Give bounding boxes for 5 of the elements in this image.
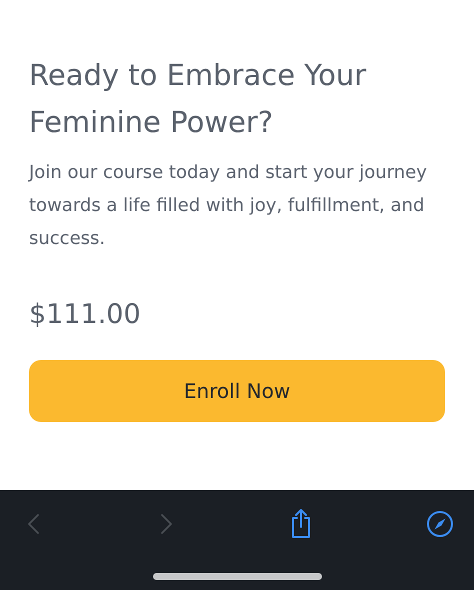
heading: Ready to Embrace Your Feminine Power? — [29, 57, 368, 141]
price: $111.00 — [29, 298, 142, 332]
compass-icon[interactable] — [426, 510, 454, 538]
course-description: Join our course today and start your journey towards a life filled with joy, fulfillment, and success. — [29, 161, 428, 251]
enroll-now-button[interactable]: Enroll Now — [29, 360, 445, 422]
